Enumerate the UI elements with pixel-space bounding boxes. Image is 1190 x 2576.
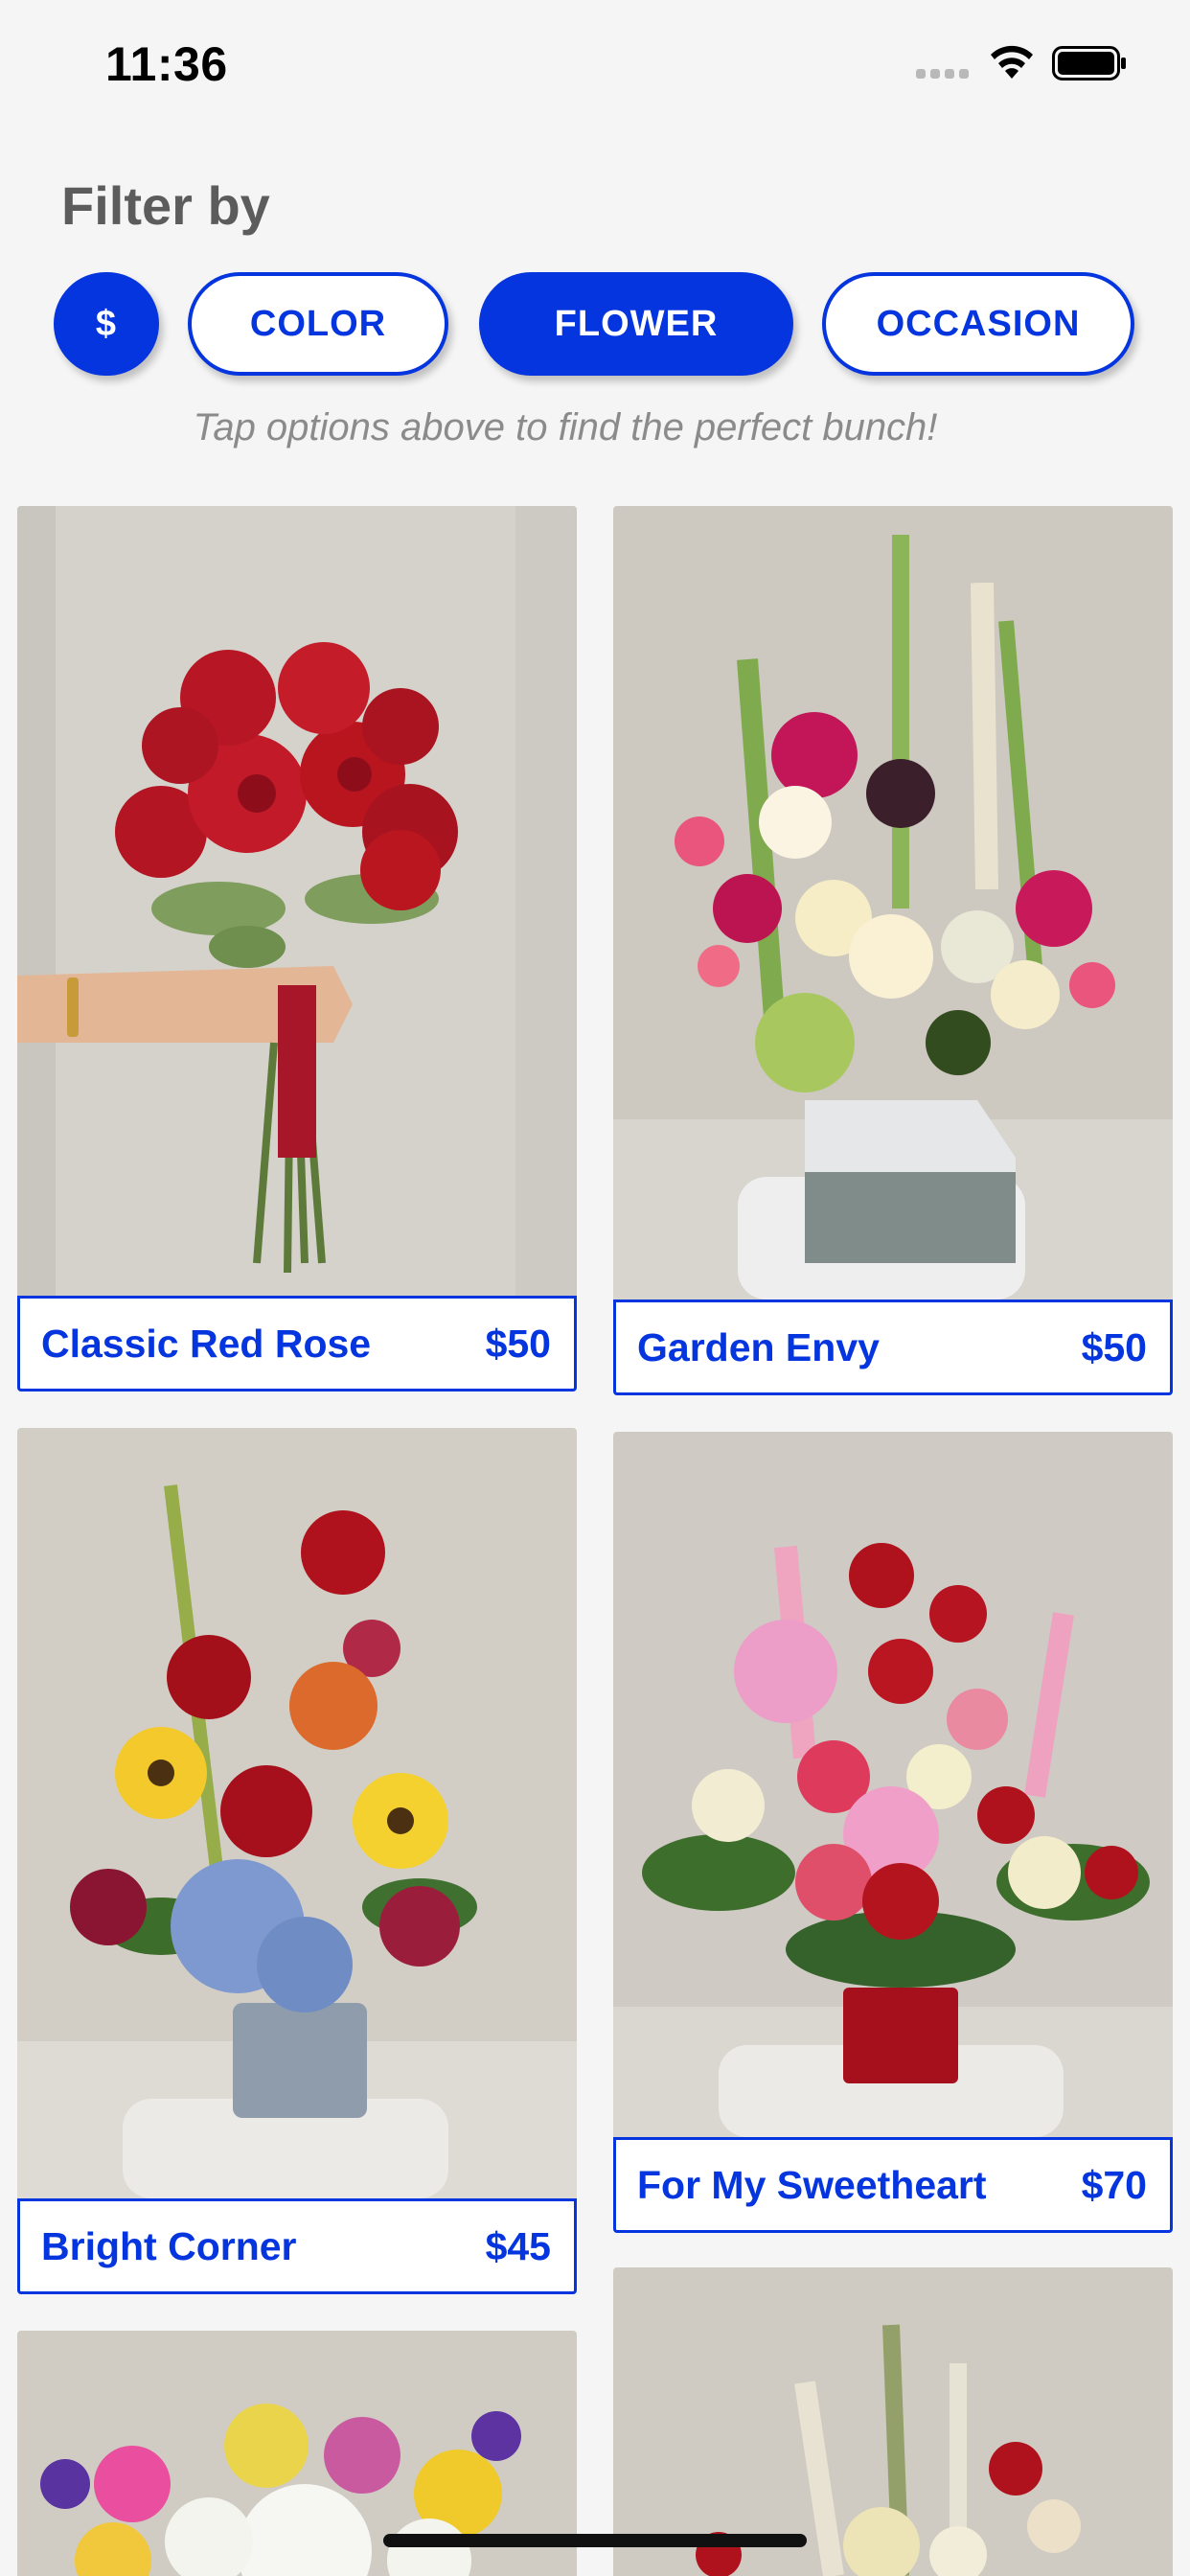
product-photo — [613, 1432, 1173, 2137]
product-caption: Classic Red Rose $50 — [17, 1296, 577, 1392]
product-name: For My Sweetheart — [637, 2162, 987, 2207]
filter-chip-flower[interactable]: FLOWER — [479, 272, 793, 376]
home-indicator[interactable] — [383, 2534, 807, 2547]
product-price: $45 — [485, 2223, 551, 2268]
product-photo — [613, 506, 1173, 1300]
product-card-bright-corner[interactable]: Bright Corner $45 — [17, 1428, 577, 2294]
product-name: Garden Envy — [637, 1324, 880, 1369]
filter-chip-occasion[interactable]: OCCASION — [822, 272, 1134, 376]
product-photo — [613, 2267, 1173, 2576]
status-time: 11:36 — [105, 37, 228, 91]
cellular-signal-icon — [916, 69, 969, 79]
filter-chip-color-label: COLOR — [249, 303, 387, 344]
product-card-for-my-sweetheart[interactable]: For My Sweetheart $70 — [613, 1432, 1173, 2233]
product-caption: Bright Corner $45 — [17, 2198, 577, 2294]
product-name: Classic Red Rose — [41, 1321, 372, 1366]
status-bar: 11:36 — [0, 0, 1190, 125]
product-card-garden-envy[interactable]: Garden Envy $50 — [613, 506, 1173, 1395]
filter-chip-price-label: $ — [95, 303, 118, 344]
wifi-icon — [991, 45, 1033, 79]
product-photo — [17, 1428, 577, 2198]
product-price: $50 — [1081, 1324, 1147, 1369]
filter-chip-price[interactable]: $ — [54, 272, 159, 376]
filter-chip-flower-label: FLOWER — [554, 303, 719, 344]
filter-chip-color[interactable]: COLOR — [188, 272, 448, 376]
product-name: Bright Corner — [41, 2223, 297, 2268]
filter-title: Filter by — [61, 175, 270, 236]
product-card-classic-red-rose[interactable]: Classic Red Rose $50 — [17, 506, 577, 1392]
product-caption: For My Sweetheart $70 — [613, 2137, 1173, 2233]
product-price: $50 — [485, 1321, 551, 1366]
filter-chip-occasion-label: OCCASION — [876, 303, 1081, 344]
product-card-partial-right[interactable] — [613, 2267, 1173, 2576]
filter-hint: Tap options above to find the perfect bu… — [193, 406, 938, 448]
product-price: $70 — [1081, 2162, 1147, 2207]
product-photo — [17, 506, 577, 1296]
battery-icon — [1052, 46, 1126, 80]
product-caption: Garden Envy $50 — [613, 1300, 1173, 1395]
